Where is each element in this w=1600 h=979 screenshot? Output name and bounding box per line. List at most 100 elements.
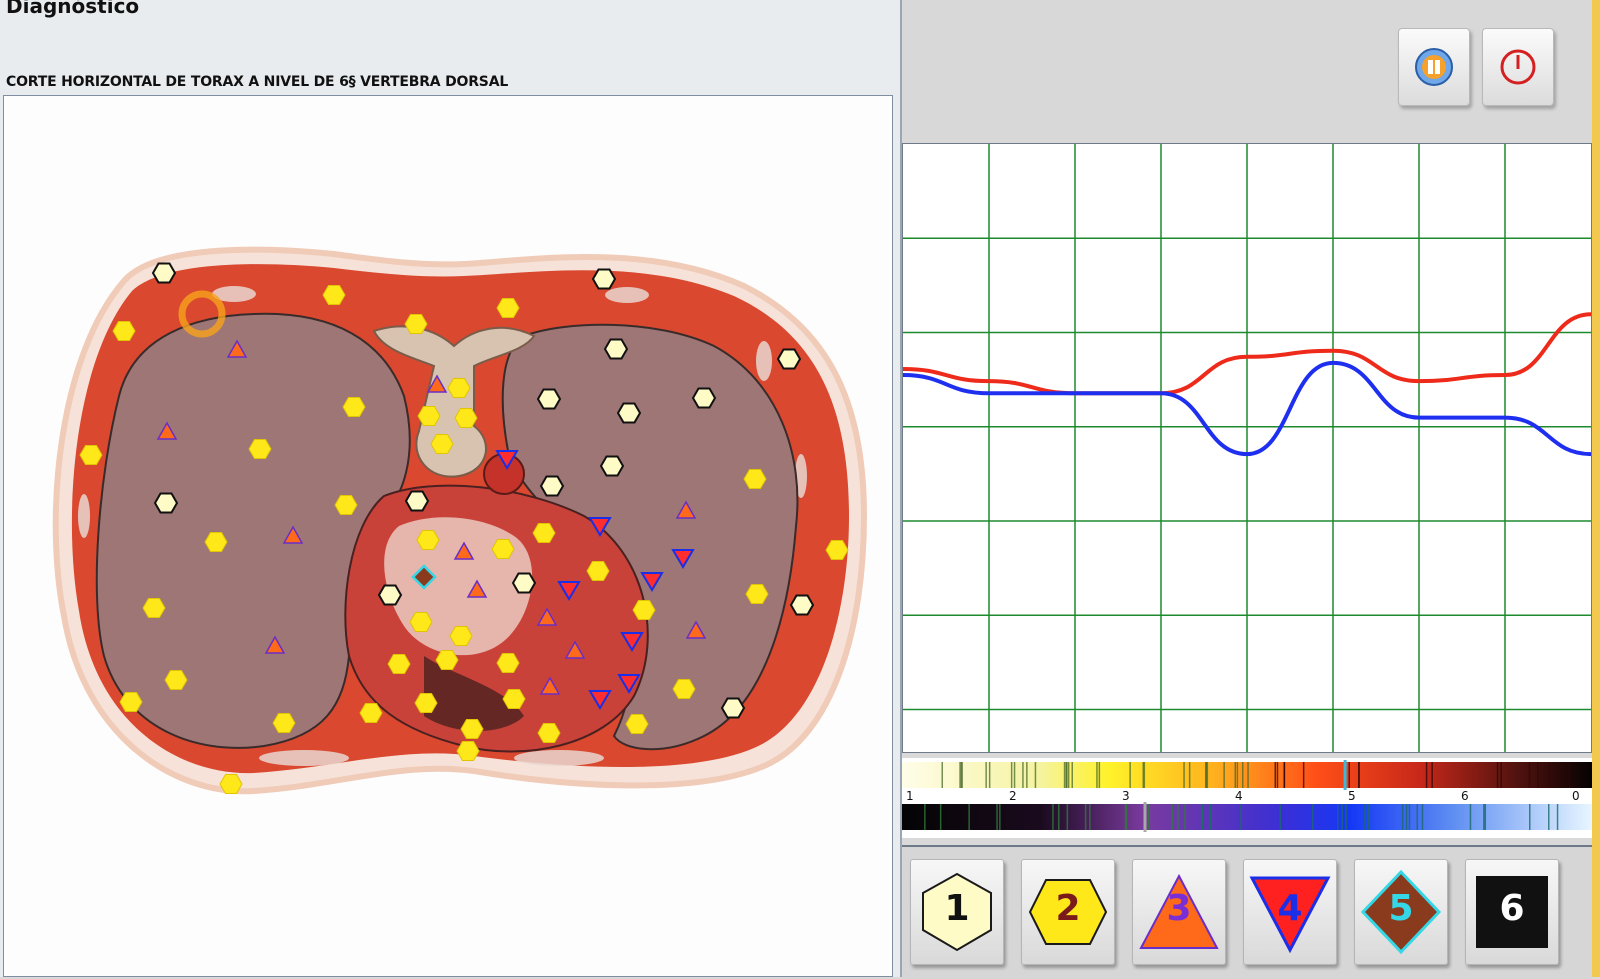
level-button-label: 3 xyxy=(1166,888,1192,929)
scale-tick xyxy=(1557,762,1560,788)
level-button-label: 2 xyxy=(1055,888,1081,929)
scale-tick xyxy=(1345,804,1347,830)
scale-label: 5 xyxy=(1348,789,1356,803)
scale-tick xyxy=(1236,762,1239,788)
scale-tick xyxy=(1063,762,1066,788)
scale-tick xyxy=(1098,762,1101,788)
scale-tick xyxy=(968,804,970,830)
series-point xyxy=(1073,391,1077,395)
series-point xyxy=(1417,416,1421,420)
scale-tick xyxy=(1302,762,1305,788)
scale-tick xyxy=(985,762,987,788)
series-point xyxy=(1159,391,1163,395)
scale-tick xyxy=(1242,762,1244,788)
marker-level2 xyxy=(745,584,769,604)
level-button-1[interactable]: 1 xyxy=(910,859,1004,965)
scale-label: 3 xyxy=(1122,789,1130,803)
thorax-cross-section[interactable] xyxy=(4,96,892,976)
diagnostic-graph xyxy=(902,143,1592,753)
marker-level2 xyxy=(672,679,696,699)
scale-tick xyxy=(959,762,961,788)
scale-tick xyxy=(1274,762,1276,788)
scale-tick xyxy=(1240,804,1242,830)
marker-level2 xyxy=(454,408,478,428)
marker-level2 xyxy=(204,532,228,552)
level-button-3[interactable]: 3 xyxy=(1132,859,1226,965)
level-button-label: 6 xyxy=(1499,888,1525,929)
scale-tick xyxy=(1206,762,1209,788)
scale-tick xyxy=(1129,762,1131,788)
level-button-2[interactable]: 2 xyxy=(1021,859,1115,965)
level-button-5[interactable]: 5 xyxy=(1354,859,1448,965)
scale-tick xyxy=(1147,804,1149,830)
marker-level1 xyxy=(377,584,403,606)
scale-tick xyxy=(1548,804,1550,830)
scale-tick xyxy=(1234,762,1236,788)
power-icon xyxy=(1500,49,1536,85)
level-button-4[interactable]: 4 xyxy=(1243,859,1337,965)
scale-tick xyxy=(1337,804,1339,830)
scale-tick xyxy=(1401,804,1404,830)
scale-tick xyxy=(1364,804,1366,830)
marker-level2 xyxy=(491,539,515,559)
level-button-label: 5 xyxy=(1388,888,1414,929)
series-point xyxy=(1245,452,1249,456)
marker-level2 xyxy=(164,670,188,690)
marker-level2 xyxy=(219,774,243,794)
color-scale: 1 2 3 4 5 6 0 xyxy=(902,758,1592,838)
power-button[interactable] xyxy=(1482,28,1554,106)
marker-level2 xyxy=(460,719,484,739)
scale-tick xyxy=(1034,762,1037,788)
marker-level2 xyxy=(743,469,767,489)
scale-tick xyxy=(988,762,991,788)
marker-level2 xyxy=(119,692,143,712)
marker-level2 xyxy=(537,723,561,743)
marker-level2 xyxy=(342,397,366,417)
scale-tick xyxy=(1066,804,1069,830)
scale-tick xyxy=(996,804,998,830)
scale-tick xyxy=(999,804,1001,830)
graph-canvas xyxy=(903,144,1591,752)
toolbar-area xyxy=(902,0,1592,140)
marker-level2 xyxy=(387,654,411,674)
marker-level1 xyxy=(591,268,617,290)
scale-tick xyxy=(1202,804,1204,830)
series-point xyxy=(1417,379,1421,383)
marker-level1 xyxy=(539,475,565,497)
warm-scale-bar xyxy=(902,762,1592,788)
info-button[interactable] xyxy=(1398,28,1470,106)
scale-tick xyxy=(1084,804,1087,830)
scale-tick xyxy=(1247,762,1249,788)
level-buttons-bar: 1 2 3 4 5 6 xyxy=(902,845,1592,979)
scale-tick xyxy=(1469,804,1472,830)
level-button-6[interactable]: 6 xyxy=(1465,859,1559,965)
series-point xyxy=(1331,361,1335,365)
marker-level2 xyxy=(449,626,473,646)
marker-level2 xyxy=(496,298,520,318)
marker-level2 xyxy=(632,600,656,620)
window-edge xyxy=(1592,0,1600,977)
marker-level2 xyxy=(456,741,480,761)
scale-tick xyxy=(1556,804,1559,830)
scale-tick xyxy=(1416,804,1418,830)
scale-tick xyxy=(961,762,963,788)
scale-labels: 1 2 3 4 5 6 0 xyxy=(906,789,1580,803)
scale-tick xyxy=(1089,804,1091,830)
marker-level2 xyxy=(416,530,440,550)
marker-level1 xyxy=(776,348,802,370)
scale-tick xyxy=(1279,804,1281,830)
marker-level2 xyxy=(447,378,471,398)
level-button-label: 4 xyxy=(1277,888,1303,929)
scale-tick xyxy=(1223,762,1225,788)
marker-level2 xyxy=(409,612,433,632)
marker-level1 xyxy=(720,697,746,719)
marker-level2 xyxy=(248,439,272,459)
scale-tick xyxy=(1421,804,1424,830)
anatomy-image-frame xyxy=(3,95,893,977)
scale-tick xyxy=(1096,762,1098,788)
marker-level2 xyxy=(625,714,649,734)
cool-scale-marker xyxy=(1143,802,1147,832)
marker-level1 xyxy=(599,455,625,477)
marker-level2 xyxy=(586,561,610,581)
scale-tick xyxy=(1431,762,1433,788)
